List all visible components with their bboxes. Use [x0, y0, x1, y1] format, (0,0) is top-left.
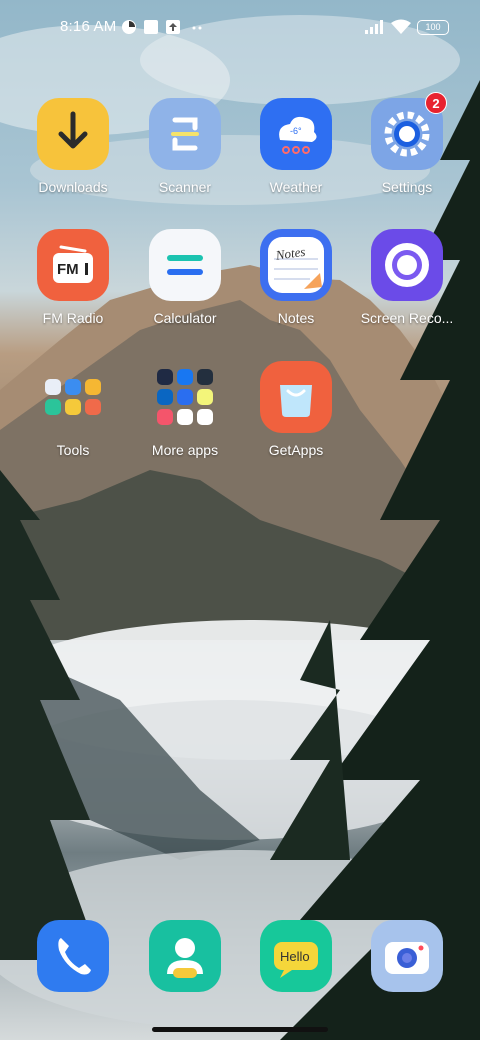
mini-app-icon: [85, 399, 101, 415]
app-screen-recorder[interactable]: Screen Reco...: [352, 229, 462, 326]
app-label: Scanner: [158, 179, 212, 195]
mini-app-icon: [177, 389, 193, 405]
status-time: 8:16 AM: [60, 18, 117, 35]
mini-app-icon: [197, 409, 213, 425]
camera-icon: [371, 920, 443, 992]
data-saver-icon: [121, 19, 137, 35]
app-label: Notes: [277, 310, 315, 326]
app-calculator[interactable]: Calculator: [130, 229, 240, 326]
weather-temp: -6°: [290, 126, 302, 136]
mini-app-icon: [85, 379, 101, 395]
battery-icon: 100: [417, 20, 449, 35]
status-bar: 8:16 AM 100: [0, 0, 480, 56]
folder-icon: [37, 361, 109, 433]
app-label: Screen Reco...: [360, 310, 454, 326]
app-settings[interactable]: 2 Settings: [352, 92, 462, 195]
signal-icon: [364, 19, 386, 40]
app-scanner[interactable]: Scanner: [130, 98, 240, 195]
app-label: Downloads: [38, 179, 108, 195]
notification-badge: 2: [425, 92, 447, 114]
app-label: FM Radio: [42, 310, 104, 326]
message-bubble-icon: Hello: [260, 920, 332, 992]
app-label: More apps: [151, 442, 219, 458]
folder-more-apps[interactable]: More apps: [130, 361, 240, 458]
app-notes[interactable]: Notes Notes: [241, 229, 351, 326]
mini-app-icon: [157, 389, 173, 405]
app-downloads[interactable]: Downloads: [18, 98, 128, 195]
mini-app-icon: [65, 379, 81, 395]
phone-icon: [37, 920, 109, 992]
message-hello-text: Hello: [280, 949, 310, 964]
radio-icon: FM: [37, 229, 109, 301]
app-label: Settings: [381, 179, 433, 195]
home-indicator[interactable]: [152, 1027, 328, 1032]
contacts-icon: [149, 920, 221, 992]
app-weather[interactable]: -6° Weather: [241, 98, 351, 195]
square-notification-icon: [143, 19, 159, 35]
scanner-icon: [149, 98, 221, 170]
mini-app-icon: [157, 369, 173, 385]
dock-camera[interactable]: [352, 920, 462, 992]
mini-app-icon: [197, 389, 213, 405]
mini-app-icon: [157, 409, 173, 425]
mini-app-icon: [197, 369, 213, 385]
shopping-bag-icon: [260, 361, 332, 433]
mini-app-icon: [177, 369, 193, 385]
notes-icon: Notes: [260, 229, 332, 301]
mini-app-icon: [45, 379, 61, 395]
dock-messages[interactable]: Hello: [241, 920, 351, 992]
dock-contacts[interactable]: [130, 920, 240, 992]
more-dots-icon: [190, 19, 206, 35]
app-label: GetApps: [268, 442, 324, 458]
mini-app-icon: [45, 399, 61, 415]
dock-phone[interactable]: [18, 920, 128, 992]
weather-cloud-icon: -6°: [260, 98, 332, 170]
app-getapps[interactable]: GetApps: [241, 361, 351, 458]
record-circle-icon: [371, 229, 443, 301]
folder-tools[interactable]: Tools: [18, 361, 128, 458]
app-fm-radio[interactable]: FM FM Radio: [18, 229, 128, 326]
folder-icon: [149, 361, 221, 433]
mini-app-icon: [65, 399, 81, 415]
fm-text: FM: [57, 261, 79, 278]
app-label: Tools: [56, 442, 90, 458]
app-label: Weather: [269, 179, 323, 195]
mini-app-icon: [177, 409, 193, 425]
upload-icon: [165, 19, 181, 35]
wifi-icon: [390, 19, 412, 40]
calculator-icon: [149, 229, 221, 301]
app-label: Calculator: [153, 310, 217, 326]
download-arrow-icon: [37, 98, 109, 170]
